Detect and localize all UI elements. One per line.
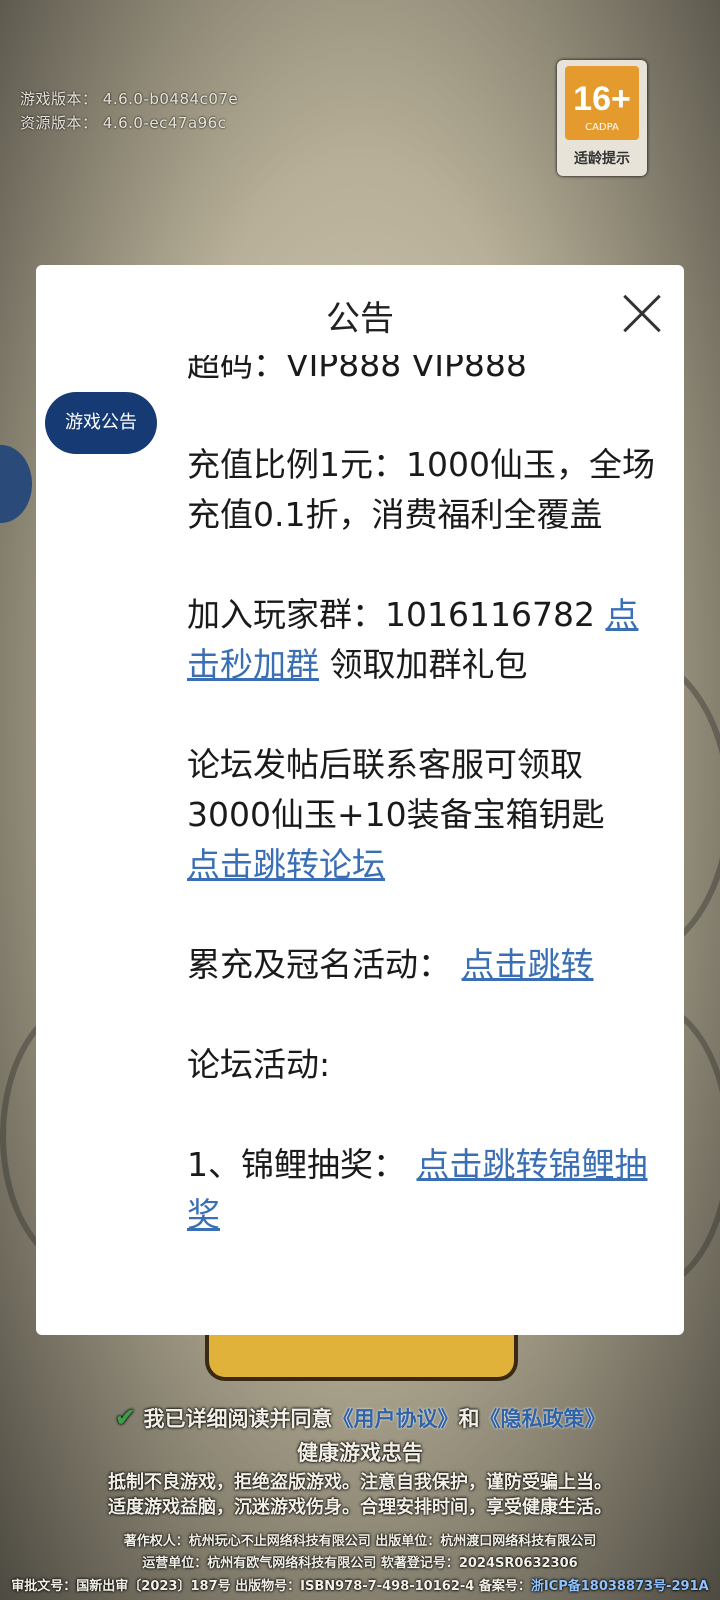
health-advice-title: 健康游戏忠告 bbox=[297, 1441, 423, 1465]
age-rating-icon: 16+ CADPA bbox=[565, 66, 639, 140]
health-advice-line: 抵制不良游戏，拒绝盗版游戏。注意自我保护，谨防受骗上当。 bbox=[108, 1472, 612, 1493]
resource-version-label: 资源版本： bbox=[20, 114, 98, 132]
start-game-button[interactable] bbox=[205, 1335, 518, 1381]
age-rating-badge: 16+ CADPA 适龄提示 bbox=[557, 60, 647, 176]
forum-reward-text: 论坛发帖后联系客服可领取3000仙玉+10装备宝箱钥匙 bbox=[187, 745, 605, 834]
partial-line: 超码：VIP888 VIP888 bbox=[187, 355, 527, 384]
icp-link[interactable]: 浙ICP备18038873号-291A bbox=[531, 1579, 709, 1594]
age-rating-tip: 适龄提示 bbox=[574, 151, 630, 167]
accum-paragraph: 累充及冠名活动： 点击跳转 bbox=[187, 940, 655, 990]
resource-version: 资源版本： 4.6.0-ec47a96c bbox=[20, 112, 226, 133]
accum-activity-text: 累充及冠名活动： bbox=[187, 945, 462, 984]
accum-activity-link[interactable]: 点击跳转 bbox=[462, 945, 594, 984]
announcement-dialog: 公告 游戏公告 超码：VIP888 VIP888 充值比例1元：1000仙玉，全… bbox=[36, 265, 684, 1335]
health-advice-line: 适度游戏益脑，沉迷游戏伤身。合理安排时间，享受健康生活。 bbox=[108, 1497, 612, 1518]
koi-paragraph: 1、锦鲤抽奖： 点击跳转锦鲤抽奖 bbox=[187, 1140, 655, 1240]
tab-game-announcement[interactable]: 游戏公告 bbox=[45, 392, 157, 454]
player-group-paragraph: 加入玩家群：1016116782 点击秒加群 领取加群礼包 bbox=[187, 590, 655, 690]
player-group-text: 加入玩家群：1016116782 bbox=[187, 595, 606, 634]
age-rating-org: CADPA bbox=[585, 122, 619, 133]
and-text: 和 bbox=[458, 1407, 480, 1431]
dialog-title: 公告 bbox=[326, 299, 394, 339]
operator-line: 运营单位：杭州有欧气网络科技有限公司 软著登记号：2024SR0632306 bbox=[142, 1556, 578, 1571]
game-version-label: 游戏版本： bbox=[20, 90, 98, 108]
user-agreement-link[interactable]: 《用户协议》 bbox=[333, 1407, 459, 1431]
recharge-ratio-text: 充值比例1元：1000仙玉，全场充值0.1折，消费福利全覆盖 bbox=[187, 445, 655, 534]
forum-paragraph: 论坛发帖后联系客服可领取3000仙玉+10装备宝箱钥匙点击跳转论坛 bbox=[187, 740, 655, 890]
forum-link[interactable]: 点击跳转论坛 bbox=[187, 845, 385, 884]
approval-text: 审批文号：国新出审〔2023〕187号 出版物号：ISBN978-7-498-1… bbox=[11, 1579, 531, 1594]
announcement-content[interactable]: 超码：VIP888 VIP888 充值比例1元：1000仙玉，全场充值0.1折，… bbox=[187, 355, 655, 1325]
game-version-value: 4.6.0-b0484c07e bbox=[102, 90, 239, 108]
agreement-row: ✔ 我已详细阅读并同意《用户协议》和《隐私政策》 bbox=[0, 1403, 720, 1433]
copyright-line: 著作权人：杭州玩心不止网络科技有限公司 出版单位：杭州渡口网络科技有限公司 bbox=[123, 1534, 597, 1549]
privacy-policy-link[interactable]: 《隐私政策》 bbox=[480, 1407, 606, 1431]
forum-activity-heading: 论坛活动: bbox=[187, 1045, 331, 1084]
resource-version-value: 4.6.0-ec47a96c bbox=[102, 114, 227, 132]
close-icon[interactable] bbox=[621, 293, 663, 335]
agree-text: 我已详细阅读并同意 bbox=[143, 1407, 333, 1431]
koi-lottery-text: 1、锦鲤抽奖： bbox=[187, 1145, 417, 1184]
age-rating-value: 16+ bbox=[573, 80, 631, 118]
checkmark-icon[interactable]: ✔ bbox=[114, 1403, 136, 1433]
group-gift-text: 领取加群礼包 bbox=[319, 645, 528, 684]
game-version: 游戏版本： 4.6.0-b0484c07e bbox=[20, 88, 238, 109]
approval-line: 审批文号：国新出审〔2023〕187号 出版物号：ISBN978-7-498-1… bbox=[0, 1575, 720, 1594]
